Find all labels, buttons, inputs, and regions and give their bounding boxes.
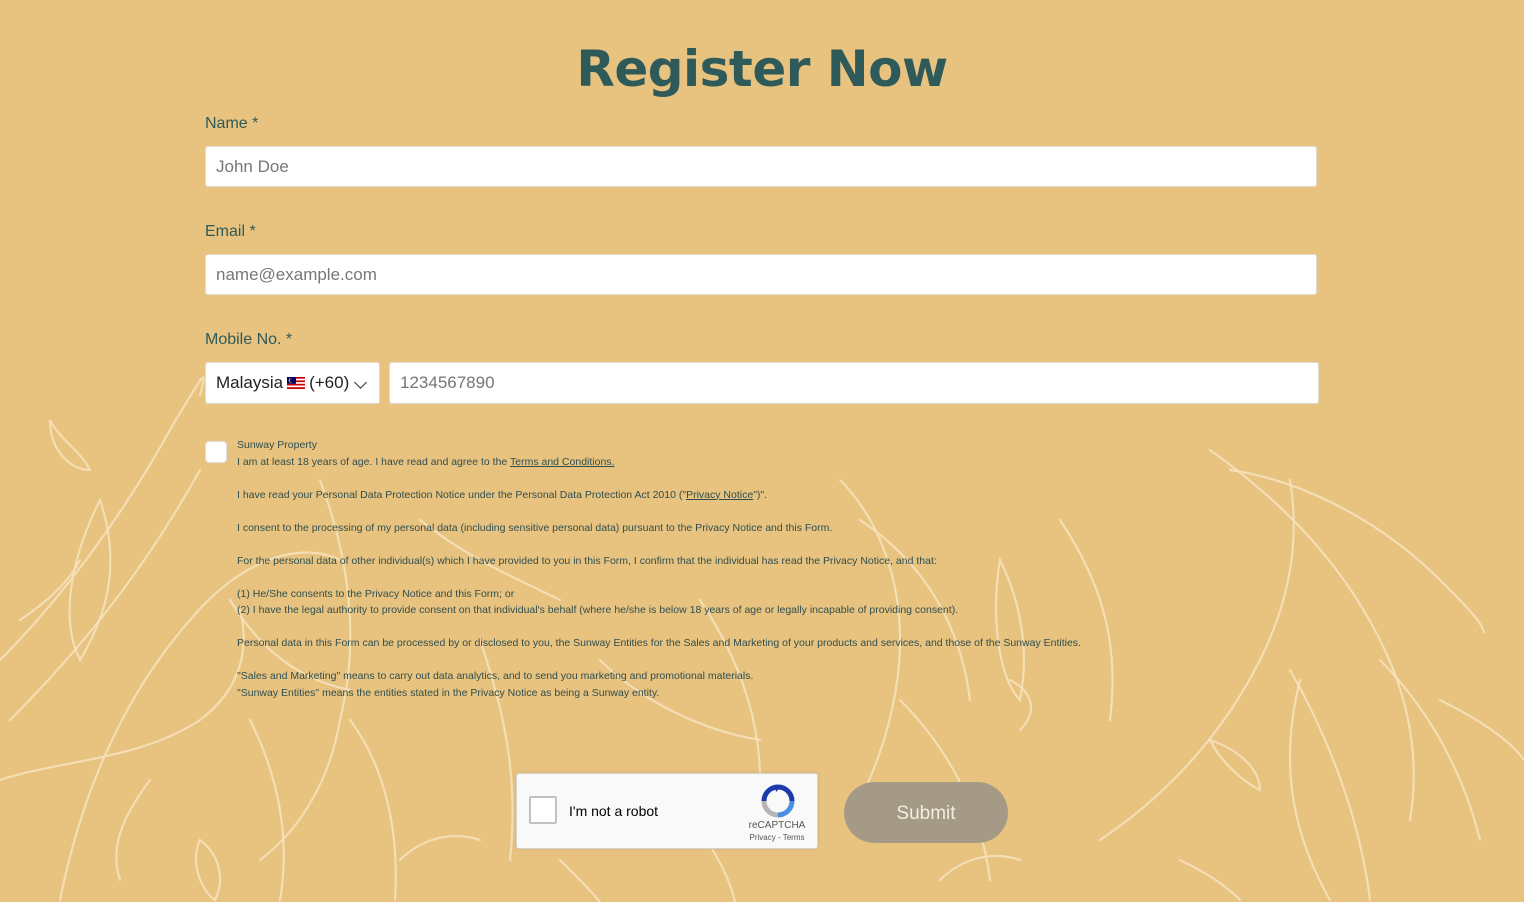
consent-line-entities: "Sunway Entities" means the entities sta…: [237, 686, 660, 699]
consent-line-others: For the personal data of other individua…: [237, 554, 937, 567]
dial-code: (+60): [309, 373, 350, 392]
name-label: Name *: [205, 115, 259, 132]
consent-notice-post: ")".: [753, 488, 768, 501]
consent-line-processing: I consent to the processing of my person…: [237, 521, 833, 534]
mobile-number-input[interactable]: [389, 362, 1319, 404]
consent-line-1: (1) He/She consents to the Privacy Notic…: [237, 587, 515, 600]
chevron-down-icon: [354, 376, 367, 389]
recaptcha-widget: I'm not a robot reCAPTCHA Privacy - Term…: [516, 773, 818, 849]
country-code-select[interactable]: Malaysia (+60): [205, 362, 380, 404]
consent-line-sales: "Sales and Marketing" means to carry out…: [237, 670, 754, 682]
consent-text: Sunway Property I am at least 18 years o…: [237, 437, 1237, 701]
email-label: Email *: [205, 223, 256, 240]
consent-line-age-text: I am at least 18 years of age. I have re…: [237, 455, 510, 468]
name-input[interactable]: [205, 146, 1317, 187]
page-title: Register Now: [576, 40, 948, 98]
consent-company: Sunway Property: [237, 439, 317, 451]
consent-checkbox[interactable]: [205, 441, 227, 463]
privacy-notice-link[interactable]: Privacy Notice: [686, 489, 753, 501]
consent-line-notice: I have read your Personal Data Protectio…: [237, 487, 1237, 504]
consent-line-2: (2) I have the legal authority to provid…: [237, 604, 959, 616]
recaptcha-label: I'm not a robot: [569, 803, 659, 819]
recaptcha-links[interactable]: Privacy - Terms: [741, 833, 813, 842]
submit-button[interactable]: Submit: [844, 782, 1008, 843]
recaptcha-checkbox[interactable]: [529, 796, 557, 824]
mobile-label: Mobile No. *: [205, 331, 293, 348]
terms-link[interactable]: Terms and Conditions.: [510, 456, 614, 468]
consent-notice-pre: I have read your Personal Data Protectio…: [237, 488, 687, 501]
malaysia-flag-icon: [287, 377, 306, 389]
email-input[interactable]: [205, 254, 1317, 295]
recaptcha-brand: reCAPTCHA: [748, 820, 806, 831]
country-name: Malaysia: [216, 373, 284, 392]
consent-line-age: I am at least 18 years of age. I have re…: [237, 454, 1237, 471]
recaptcha-logo-icon: [761, 784, 795, 818]
consent-line-disclosure: Personal data in this Form can be proces…: [237, 637, 1081, 649]
